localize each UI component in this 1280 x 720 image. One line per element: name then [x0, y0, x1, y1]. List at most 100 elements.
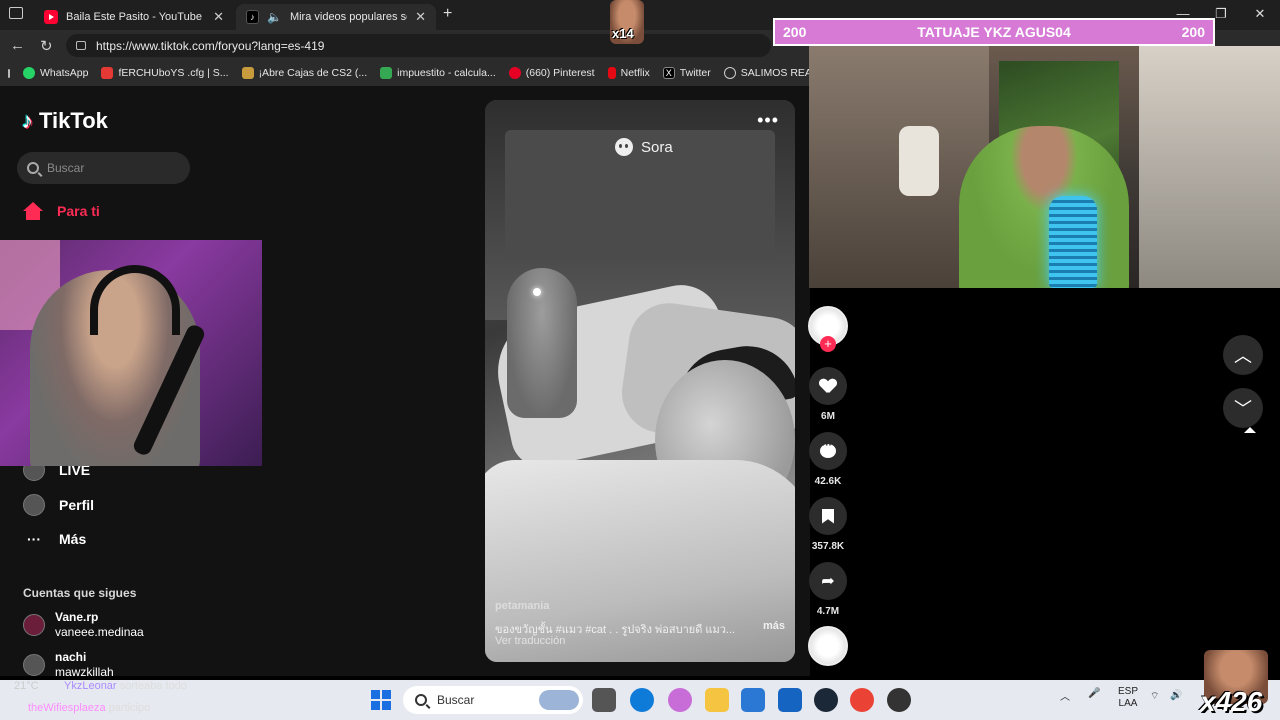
whatsapp-icon — [23, 67, 35, 79]
brand-name: TikTok — [39, 108, 108, 133]
profile-avatar — [23, 494, 45, 516]
taskbar-search[interactable]: Buscar — [403, 686, 583, 714]
close-tab-icon[interactable]: ✕ — [415, 9, 426, 25]
copilot-icon[interactable] — [668, 688, 692, 712]
home-icon — [23, 202, 43, 220]
video-scene-cat-eye — [533, 288, 541, 296]
watermark-text: Sora — [641, 138, 673, 156]
task-view-icon[interactable] — [592, 688, 616, 712]
new-tab-button[interactable]: + — [443, 5, 452, 23]
video-scene-cat — [507, 268, 577, 418]
creator-avatar[interactable]: + — [808, 306, 848, 352]
webcam-scene-lamp — [1049, 196, 1097, 288]
chat-message: YkzLeonar sorteaba todo — [64, 678, 187, 695]
outlook-icon[interactable] — [778, 688, 802, 712]
nav-label: Perfil — [59, 497, 95, 513]
tab-youtube[interactable]: Baila Este Pasito - YouTube ✕ — [34, 4, 234, 30]
like-count: 6M — [821, 411, 835, 422]
bookmark-salimos[interactable]: SALIMOS READ — [723, 67, 810, 79]
search-placeholder: Buscar — [47, 161, 85, 175]
webcam-scene-person — [899, 126, 939, 196]
bookmark-impuestito[interactable]: impuestito - calcula... — [380, 67, 496, 79]
translate-link[interactable]: Ver traducción — [495, 635, 565, 647]
following-item[interactable]: nachi mawzkillah — [23, 650, 114, 680]
mouse-cursor-icon — [1244, 427, 1256, 433]
comment-icon — [820, 440, 836, 458]
bookmark-cases[interactable]: ¡Abre Cajas de CS2 (... — [241, 67, 368, 79]
next-video-button[interactable]: ﹀ — [1223, 388, 1263, 428]
close-tab-icon[interactable]: ✕ — [213, 9, 224, 25]
chrome-icon[interactable] — [850, 688, 874, 712]
caption-more-link[interactable]: más — [763, 620, 785, 638]
nav-profile[interactable]: Perfil — [23, 494, 94, 516]
comment-count: 42.6K — [814, 476, 842, 487]
chat-username: YkzLeonar — [64, 680, 117, 692]
bookmark-twitter[interactable]: X Twitter — [662, 67, 711, 79]
music-disc[interactable] — [808, 626, 848, 666]
video-options-icon[interactable]: ••• — [757, 110, 779, 131]
bookmark-label: ¡Abre Cajas de CS2 (... — [258, 67, 368, 79]
close-window-button[interactable]: ✕ — [1245, 6, 1275, 22]
back-button[interactable]: ← — [10, 37, 25, 54]
video-author[interactable]: petamania — [495, 600, 549, 612]
previous-video-button[interactable]: ︿ — [1223, 335, 1263, 375]
bookmark-icon — [822, 508, 834, 524]
calculator-icon — [380, 67, 393, 79]
chat-text: participo — [108, 702, 151, 714]
tab-actions-icon[interactable] — [9, 7, 23, 19]
volume-icon[interactable]: 🔊 — [1170, 690, 1182, 701]
avatar — [23, 614, 45, 636]
windows-start-icon[interactable] — [371, 690, 391, 710]
streamer-webcam — [0, 240, 262, 466]
sora-icon — [615, 138, 633, 156]
donation-goal-bar: 200 TATUAJE YKZ AGUS04 200 — [773, 18, 1215, 46]
store-icon[interactable] — [741, 688, 765, 712]
bookmarks-apps-icon[interactable] — [8, 68, 10, 78]
bookmark-netflix[interactable]: Netflix — [607, 67, 650, 79]
follow-plus-icon[interactable]: + — [820, 336, 836, 352]
share-button[interactable]: ➦ 4.7M — [808, 562, 848, 617]
video-player[interactable]: ••• Sora petamania ของขวัญชั้น #แมว #cat… — [485, 100, 795, 662]
bookmark-whatsapp[interactable]: WhatsApp — [23, 67, 88, 79]
tray-overflow-icon[interactable]: ︿ — [1060, 688, 1070, 703]
edge-icon[interactable] — [630, 688, 654, 712]
nav-for-you[interactable]: Para ti — [23, 202, 100, 220]
avatar — [23, 654, 45, 676]
chat-username: theWifiesplaeza — [28, 702, 106, 714]
comment-button[interactable]: 42.6K — [808, 432, 848, 487]
like-button[interactable]: 6M — [808, 367, 848, 422]
emote-counter: x426 — [1200, 686, 1263, 717]
tab-tiktok[interactable]: ♪ 🔈 Mira videos populares selecc ✕ — [236, 4, 436, 30]
save-button[interactable]: 357.8K — [808, 497, 848, 552]
bookmark-label: fERCHUboYS .cfg | S... — [118, 67, 229, 79]
file-explorer-icon[interactable] — [705, 688, 729, 712]
language-indicator[interactable]: ESP LAA — [1118, 686, 1138, 710]
chat-message: theWifiesplaeza participo — [28, 700, 150, 717]
guest-webcam — [809, 46, 1280, 288]
speaker-icon[interactable]: 🔈 — [267, 10, 282, 24]
search-highlight-icon — [539, 690, 579, 710]
bookmark-ferchuboys[interactable]: fERCHUboYS .cfg | S... — [101, 67, 229, 79]
reload-button[interactable]: ↻ — [40, 37, 53, 55]
globe-icon — [723, 67, 736, 79]
app-icon[interactable] — [887, 688, 911, 712]
url-field[interactable]: https://www.tiktok.com/foryou?lang=es-41… — [66, 34, 771, 57]
following-item[interactable]: Vane.rp vaneee.medinaa — [23, 610, 144, 640]
microphone-icon[interactable]: 🎤 — [1088, 688, 1100, 699]
tiktok-icon: ♪ — [246, 10, 259, 24]
search-icon — [415, 694, 427, 706]
account-name: nachi — [55, 650, 87, 664]
x-icon: X — [662, 67, 675, 79]
share-arrow-icon: ➦ — [821, 573, 835, 590]
bookmark-label: Netflix — [620, 67, 650, 79]
site-info-icon[interactable] — [76, 41, 86, 50]
steam-icon[interactable] — [814, 688, 838, 712]
chevron-up-icon: ︿ — [1234, 346, 1252, 366]
search-input[interactable]: Buscar — [17, 152, 190, 184]
pinterest-icon — [508, 67, 521, 79]
tiktok-logo[interactable]: ♪ TikTok — [22, 108, 108, 134]
nav-more[interactable]: ··· Más — [23, 531, 86, 547]
share-count: 4.7M — [816, 606, 840, 617]
wifi-icon[interactable]: ⌔ — [1150, 690, 1159, 703]
bookmark-pinterest[interactable]: (660) Pinterest — [508, 67, 595, 79]
